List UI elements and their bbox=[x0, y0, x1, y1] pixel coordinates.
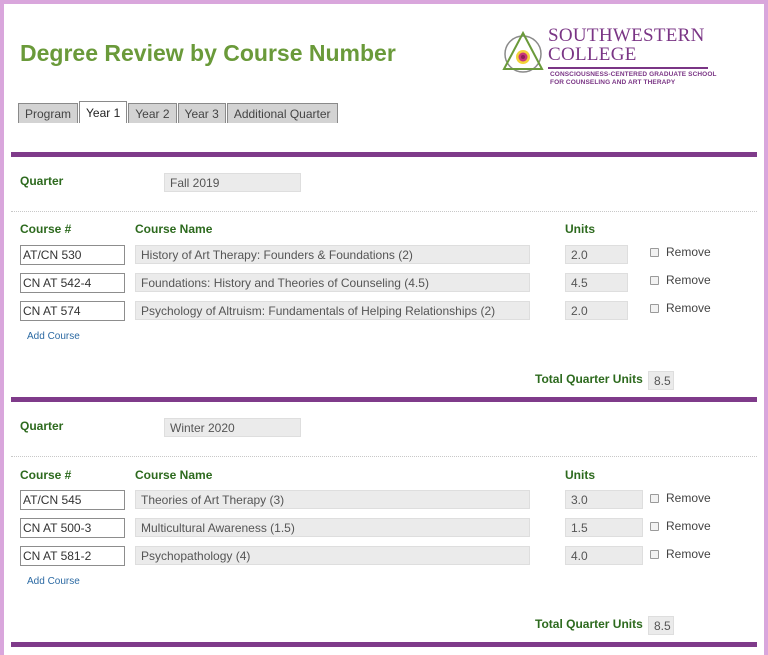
section-divider bbox=[11, 642, 757, 647]
course-number-input[interactable] bbox=[20, 518, 125, 538]
checkbox-icon[interactable] bbox=[650, 493, 659, 503]
course-number-input[interactable] bbox=[20, 273, 125, 293]
tab-year-2[interactable]: Year 2 bbox=[128, 103, 177, 123]
course-number-input[interactable] bbox=[20, 301, 125, 321]
college-logo: SOUTHWESTERN COLLEGE CONSCIOUSNESS-CENTE… bbox=[500, 26, 720, 94]
units-header: Units bbox=[565, 222, 595, 236]
add-course-link[interactable]: Add Course bbox=[27, 331, 80, 342]
section-divider bbox=[11, 397, 757, 402]
course-name-field: Multicultural Awareness (1.5) bbox=[135, 518, 530, 537]
header-separator bbox=[11, 456, 757, 457]
total-units-label: Total Quarter Units bbox=[535, 372, 643, 386]
checkbox-icon[interactable] bbox=[650, 303, 659, 313]
tab-additional-quarter[interactable]: Additional Quarter bbox=[226, 103, 338, 123]
checkbox-icon[interactable] bbox=[650, 247, 659, 257]
course-number-input[interactable] bbox=[20, 490, 125, 510]
logo-wordmark: SOUTHWESTERN COLLEGE bbox=[548, 25, 705, 65]
units-field: 2.0 bbox=[565, 301, 628, 320]
quarter-label: Quarter bbox=[20, 419, 64, 433]
quarter-value: Fall 2019 bbox=[164, 173, 301, 192]
units-header: Units bbox=[565, 468, 595, 482]
quarter-value: Winter 2020 bbox=[164, 418, 301, 437]
course-number-header: Course # bbox=[20, 468, 72, 482]
remove-checkbox[interactable]: Remove bbox=[650, 519, 711, 533]
remove-checkbox[interactable]: Remove bbox=[650, 301, 711, 315]
course-name-field: Theories of Art Therapy (3) bbox=[135, 490, 530, 509]
total-units-label: Total Quarter Units bbox=[535, 617, 643, 631]
remove-checkbox[interactable]: Remove bbox=[650, 245, 711, 259]
units-field: 4.5 bbox=[565, 273, 628, 292]
course-number-input[interactable] bbox=[20, 546, 125, 566]
add-course-link[interactable]: Add Course bbox=[27, 576, 80, 587]
header-separator bbox=[11, 211, 757, 212]
course-name-header: Course Name bbox=[135, 222, 213, 236]
units-field: 1.5 bbox=[565, 518, 643, 537]
course-name-header: Course Name bbox=[135, 468, 213, 482]
units-field: 4.0 bbox=[565, 546, 643, 565]
course-name-field: Psychology of Altruism: Fundamentals of … bbox=[135, 301, 530, 320]
course-number-header: Course # bbox=[20, 222, 72, 236]
tab-program[interactable]: Program bbox=[18, 103, 79, 123]
course-name-field: Psychopathology (4) bbox=[135, 546, 530, 565]
page-frame: Degree Review by Course Number SOUTHWEST… bbox=[4, 4, 764, 655]
total-units-value: 8.5 bbox=[648, 616, 674, 635]
triangle-rose-logo-icon bbox=[502, 30, 544, 73]
tab-year-3[interactable]: Year 3 bbox=[177, 103, 226, 123]
section-divider bbox=[11, 152, 757, 157]
checkbox-icon[interactable] bbox=[650, 521, 659, 531]
course-number-input[interactable] bbox=[20, 245, 125, 265]
course-name-field: History of Art Therapy: Founders & Found… bbox=[135, 245, 530, 264]
units-field: 3.0 bbox=[565, 490, 643, 509]
total-units-value: 8.5 bbox=[648, 371, 674, 390]
course-name-field: Foundations: History and Theories of Cou… bbox=[135, 273, 530, 292]
remove-checkbox[interactable]: Remove bbox=[650, 273, 711, 287]
units-field: 2.0 bbox=[565, 245, 628, 264]
tab-year-1[interactable]: Year 1 bbox=[79, 101, 128, 123]
checkbox-icon[interactable] bbox=[650, 275, 659, 285]
logo-divider bbox=[548, 67, 708, 69]
checkbox-icon[interactable] bbox=[650, 549, 659, 559]
logo-tagline: CONSCIOUSNESS-CENTERED GRADUATE SCHOOL F… bbox=[550, 71, 717, 86]
year-tabs: Program Year 1 Year 2 Year 3 Additional … bbox=[18, 101, 339, 125]
quarter-label: Quarter bbox=[20, 174, 64, 188]
remove-checkbox[interactable]: Remove bbox=[650, 491, 711, 505]
page-title: Degree Review by Course Number bbox=[20, 40, 396, 66]
remove-checkbox[interactable]: Remove bbox=[650, 547, 711, 561]
